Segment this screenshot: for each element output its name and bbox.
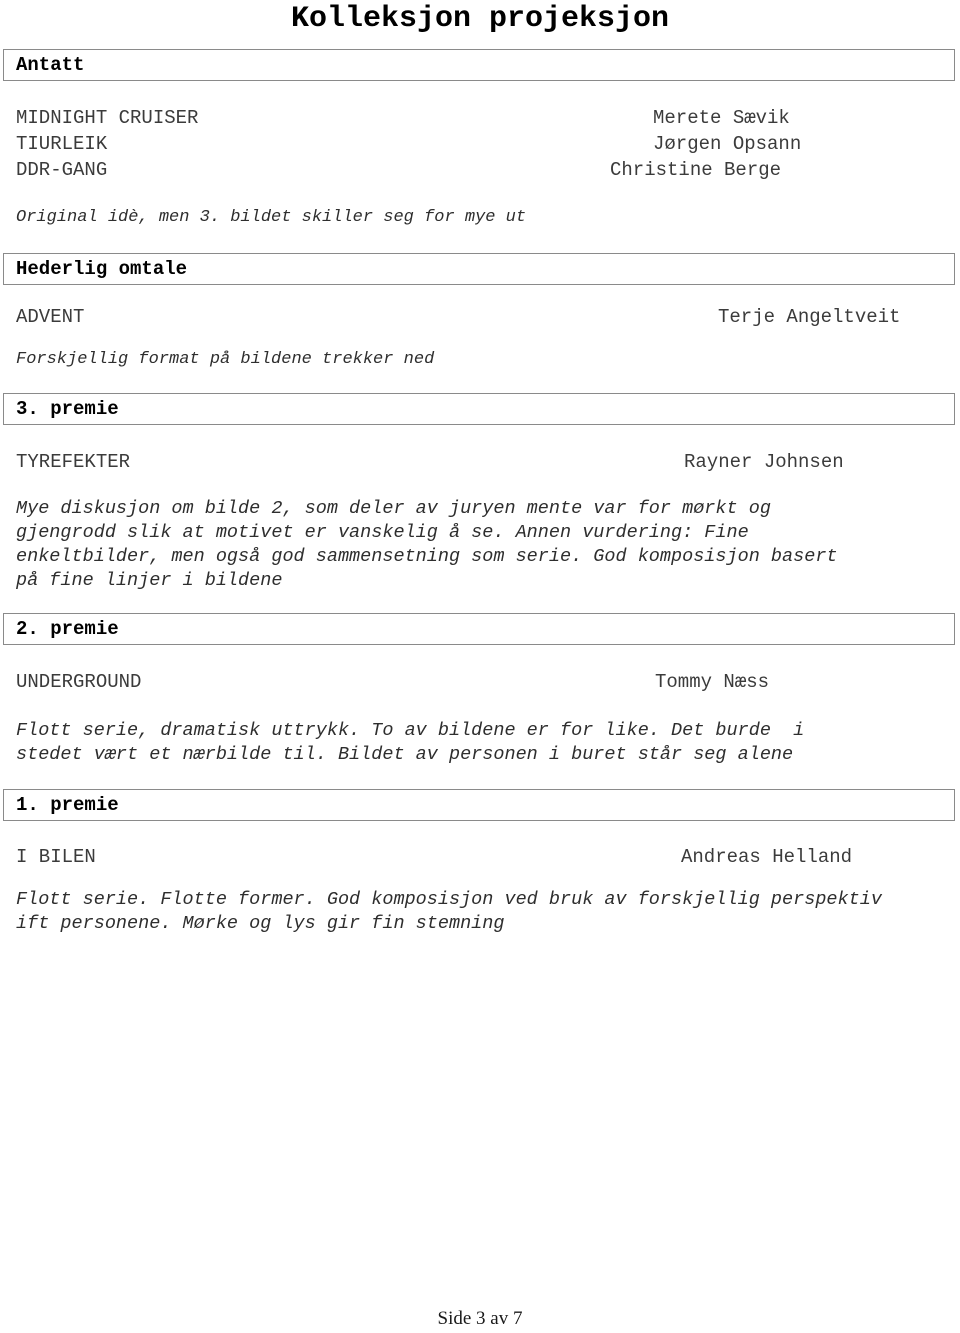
entry-work-title: ADVENT xyxy=(16,306,85,328)
entry-person-name: Tommy Næss xyxy=(655,671,770,693)
entry-row: UNDERGROUND Tommy Næss xyxy=(0,670,960,695)
section-header-hederlig-omtale: Hederlig omtale xyxy=(3,253,955,285)
section-header-label: Antatt xyxy=(16,54,85,76)
entry-row: DDR-GANG Christine Berge xyxy=(0,158,960,183)
section-header-label: Hederlig omtale xyxy=(16,258,188,280)
entry-work-title: TIURLEIK xyxy=(16,133,108,155)
entry-row: ADVENT Terje Angeltveit xyxy=(0,305,960,330)
entry-row: TYREFEKTER Rayner Johnsen xyxy=(0,450,960,475)
page-footer: Side 3 av 7 xyxy=(437,1308,523,1329)
section-header-label: 3. premie xyxy=(16,398,119,420)
entry-work-title: MIDNIGHT CRUISER xyxy=(16,107,199,129)
entry-work-title: UNDERGROUND xyxy=(16,671,142,693)
entry-row: TIURLEIK Jørgen Opsann xyxy=(0,132,960,157)
entry-person-name: Terje Angeltveit xyxy=(718,306,901,328)
entry-row: MIDNIGHT CRUISER Merete Sævik xyxy=(0,106,960,131)
document-page: Kolleksjon projeksjon Antatt MIDNIGHT CR… xyxy=(0,0,960,1333)
entry-person-name: Merete Sævik xyxy=(653,107,790,129)
page-title: Kolleksjon projeksjon xyxy=(290,2,670,36)
jury-comment: Original idè, men 3. bildet skiller seg … xyxy=(16,208,527,227)
jury-comment: Mye diskusjon om bilde 2, som deler av j… xyxy=(16,498,838,591)
section-header-1-premie: 1. premie xyxy=(3,789,955,821)
entry-work-title: I BILEN xyxy=(16,846,96,868)
entry-work-title: DDR-GANG xyxy=(16,159,108,181)
section-header-3-premie: 3. premie xyxy=(3,393,955,425)
entry-person-name: Jørgen Opsann xyxy=(653,133,802,155)
entry-person-name: Christine Berge xyxy=(610,159,782,181)
jury-comment: Forskjellig format på bildene trekker ne… xyxy=(16,350,435,369)
section-header-label: 2. premie xyxy=(16,618,119,640)
section-header-label: 1. premie xyxy=(16,794,119,816)
entry-row: I BILEN Andreas Helland xyxy=(0,845,960,870)
jury-comment: Flott serie. Flotte former. God komposis… xyxy=(16,889,882,934)
section-header-antatt: Antatt xyxy=(3,49,955,81)
entry-person-name: Andreas Helland xyxy=(681,846,853,868)
entry-work-title: TYREFEKTER xyxy=(16,451,131,473)
section-header-2-premie: 2. premie xyxy=(3,613,955,645)
entry-person-name: Rayner Johnsen xyxy=(684,451,844,473)
jury-comment: Flott serie, dramatisk uttrykk. To av bi… xyxy=(16,720,805,765)
